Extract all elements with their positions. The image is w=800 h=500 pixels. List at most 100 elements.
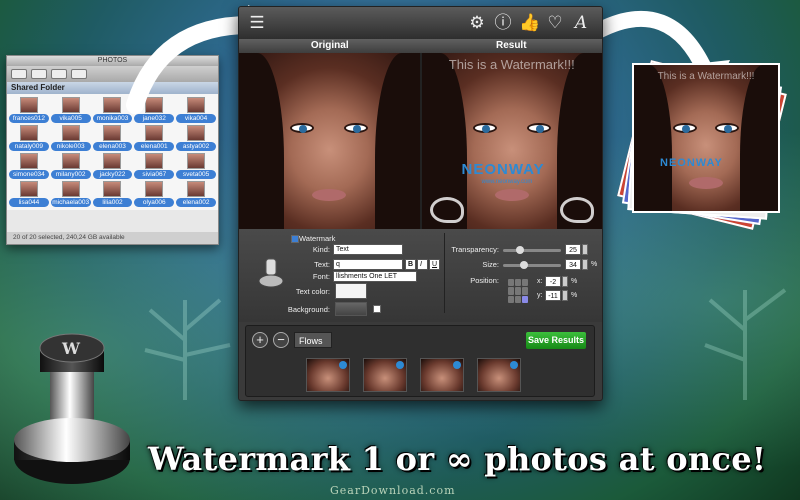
size-slider[interactable]	[503, 261, 561, 269]
transparency-slider[interactable]	[503, 246, 561, 254]
position-grid[interactable]	[508, 279, 528, 303]
remove-flow-button[interactable]: −	[273, 332, 289, 348]
photo-thumbnail	[103, 125, 122, 141]
finder-photo-item[interactable]: elena001	[134, 125, 175, 151]
x-value[interactable]: -2	[545, 276, 561, 287]
font-a-icon[interactable]: A	[571, 13, 591, 33]
finder-photo-item[interactable]: frances012	[9, 97, 49, 123]
photo-filename: elena002	[176, 198, 216, 207]
view-button[interactable]	[31, 69, 47, 79]
finder-photo-item[interactable]: sivia067	[134, 153, 175, 179]
y-value[interactable]: -11	[545, 290, 561, 301]
finder-photo-item[interactable]: elena002	[176, 181, 216, 207]
photo-filename: elena003	[92, 142, 133, 151]
photo-thumbnail	[187, 153, 206, 169]
finder-photo-item[interactable]: elena003	[92, 125, 133, 151]
photo-filename: nataly009	[9, 142, 49, 151]
text-input[interactable]: q	[333, 259, 403, 270]
y-stepper[interactable]	[562, 290, 568, 301]
controls-divider	[444, 233, 445, 313]
x-unit: %	[571, 278, 578, 285]
finder-photo-item[interactable]: lisa044	[9, 181, 49, 207]
add-flow-button[interactable]: +	[252, 332, 268, 348]
credit-watermark: GearDownload.com	[330, 484, 456, 497]
tagline: Watermark 1 or ∞ photos at once!	[148, 440, 767, 478]
finder-photo-item[interactable]: michaela003	[50, 181, 91, 207]
finder-photo-item[interactable]: simone034	[9, 153, 49, 179]
finder-photo-item[interactable]: milany002	[50, 153, 91, 179]
photo-thumbnail	[103, 97, 122, 113]
y-unit: %	[571, 292, 578, 299]
transparency-label: Transparency:	[451, 245, 499, 254]
finder-photo-item[interactable]: olya006	[134, 181, 175, 207]
transparency-stepper[interactable]	[582, 244, 588, 255]
action-gear-button[interactable]	[51, 69, 67, 79]
photo-filename: nikole003	[50, 142, 91, 151]
finder-status: 20 of 20 selected, 240,24 GB available	[7, 232, 218, 244]
y-label: y:	[537, 292, 543, 299]
photo-thumbnail	[19, 153, 38, 169]
photo-thumbnail	[145, 181, 164, 197]
flows-panel: + − Flows Save Results	[245, 325, 595, 397]
watermark-checkbox[interactable]	[291, 235, 299, 243]
svg-text:W: W	[61, 339, 81, 358]
finder-photo-item[interactable]: lilia002	[92, 181, 133, 207]
background-checkbox[interactable]	[373, 305, 381, 313]
tab-original[interactable]: Original	[239, 39, 421, 53]
save-results-button[interactable]: Save Results	[526, 332, 586, 349]
photo-thumbnail	[103, 153, 122, 169]
finder-photo-item[interactable]: vika005	[50, 97, 91, 123]
share-button[interactable]	[71, 69, 87, 79]
photo-filename: frances012	[9, 114, 49, 123]
kind-select[interactable]: Text	[333, 244, 403, 255]
background-color-well[interactable]	[335, 302, 367, 316]
menu-icon[interactable]: ☰	[247, 13, 267, 33]
photo-thumbnail	[145, 153, 164, 169]
photo-filename: astya002	[176, 142, 216, 151]
photo-thumbnail	[19, 181, 38, 197]
transparency-knob[interactable]	[515, 246, 524, 254]
flow-thumbnail[interactable]	[420, 358, 464, 392]
flows-select[interactable]: Flows	[294, 332, 332, 348]
settings-icon[interactable]: ⚙	[467, 13, 487, 33]
back-forward-button[interactable]	[11, 69, 27, 79]
photo-thumbnail	[61, 125, 80, 141]
finder-photo-item[interactable]: nataly009	[9, 125, 49, 151]
watermark-text: This is a Watermark!!!	[448, 57, 575, 72]
watermark-label: Watermark	[299, 234, 336, 243]
finder-photo-item[interactable]: astya002	[176, 125, 216, 151]
tree-decoration-left	[144, 298, 231, 400]
bold-button[interactable]: B	[405, 259, 416, 270]
size-stepper[interactable]	[582, 259, 588, 270]
thumbs-up-icon[interactable]: 👍	[519, 13, 540, 33]
tree-decoration-right	[704, 288, 787, 400]
tab-result[interactable]: Result	[421, 39, 603, 53]
finder-photo-item[interactable]: nikole003	[50, 125, 91, 151]
flow-thumbnail[interactable]	[477, 358, 521, 392]
result-image: This is a Watermark!!! NEONWAY www.neonw…	[421, 53, 602, 229]
kind-label: Kind:	[312, 245, 330, 254]
size-knob[interactable]	[520, 261, 528, 269]
original-image	[239, 53, 420, 229]
x-stepper[interactable]	[562, 276, 568, 287]
finder-photo-item[interactable]: jacky022	[92, 153, 133, 179]
transparency-value[interactable]: 25	[565, 244, 581, 255]
photo-filename: lisa044	[9, 198, 49, 207]
italic-button[interactable]: I	[417, 259, 428, 270]
app-window: ☰ ⚙ ⓘ 👍 ♡ A Original Result This is a Wa…	[238, 6, 603, 401]
font-select[interactable]: llishments One LET	[333, 271, 417, 282]
swirl-decoration	[560, 197, 594, 223]
info-icon[interactable]: ⓘ	[493, 13, 513, 33]
app-logo-stamp-icon: W	[14, 333, 130, 484]
text-color-well[interactable]	[335, 283, 367, 299]
heart-icon[interactable]: ♡	[545, 13, 565, 33]
size-value[interactable]: 34	[565, 259, 581, 270]
underline-button[interactable]: U	[429, 259, 440, 270]
preview-area: This is a Watermark!!! NEONWAY www.neonw…	[239, 53, 602, 229]
flow-thumbnail[interactable]	[363, 358, 407, 392]
watermark-controls: Watermark Kind: Text Text: q B I U Font:…	[239, 229, 602, 322]
finder-photo-item[interactable]: sveta005	[176, 153, 216, 179]
flow-thumbnail[interactable]	[306, 358, 350, 392]
photo-filename: sivia067	[134, 170, 175, 179]
stack-front-photo: This is a Watermark!!! NEONWAY	[632, 63, 780, 213]
